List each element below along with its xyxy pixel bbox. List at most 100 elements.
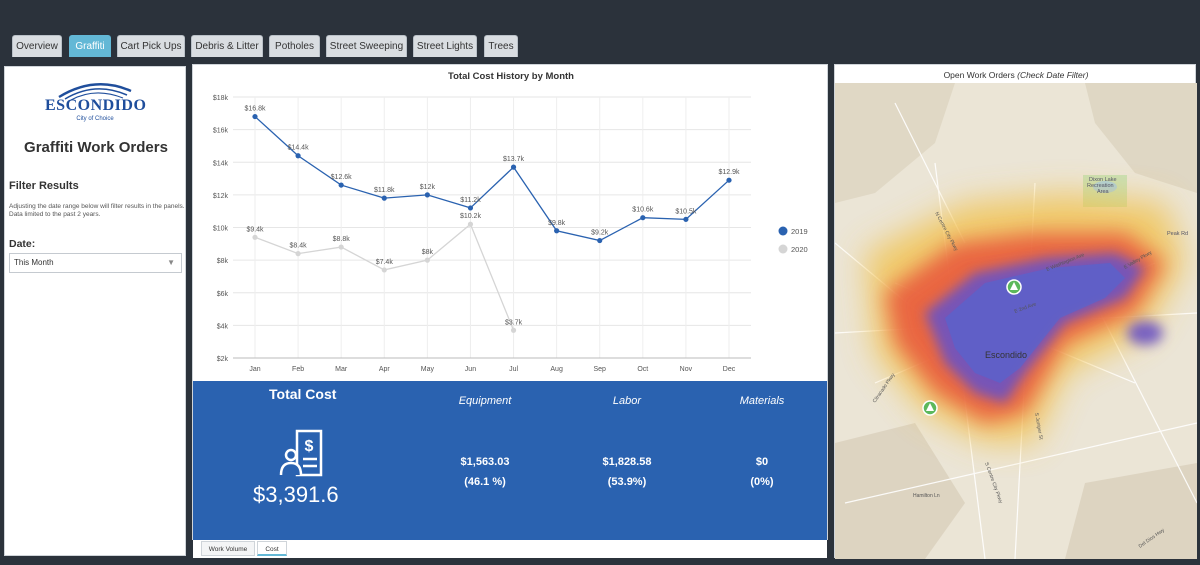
data-label-2019: $9.8k [548, 220, 566, 227]
total-cost-value: $3,391.6 [253, 482, 339, 507]
x-tick-label: Feb [292, 366, 304, 373]
tab-cart-pick-ups[interactable]: Cart Pick Ups [117, 35, 185, 57]
y-tick-label: $2k [217, 356, 229, 363]
equipment-value: $1,563.03 [460, 456, 510, 468]
data-point-2019 [424, 192, 430, 198]
map-title-main: Open Work Orders [943, 70, 1015, 80]
data-label-2019: $16.8k [244, 106, 266, 113]
total-cost-panel: Total Cost $ $3,391.6 Equipment $1,563.0… [193, 381, 827, 540]
panel-tabs: Work Volume Cost [193, 540, 827, 558]
materials-cost: Materials $0 (0%) [702, 395, 822, 488]
tab-cost[interactable]: Cost [257, 541, 287, 556]
data-label-2020: $10.2k [460, 213, 482, 220]
data-label-2019: $10.5k [675, 208, 697, 215]
data-label-2020: $8.4k [290, 243, 308, 250]
data-point-2020 [381, 267, 387, 273]
tab-work-volume[interactable]: Work Volume [201, 541, 255, 556]
x-tick-label: Dec [723, 366, 736, 373]
cost-history-chart: Total Cost History by Month $2k $4k $6k $8k $… [213, 71, 808, 373]
chart-title: Total Cost History by Month [448, 71, 574, 82]
data-label-2019: $13.7k [503, 156, 525, 163]
labor-label: Labor [612, 395, 642, 407]
legend-label-2020: 2020 [791, 245, 808, 254]
y-tick-label: $12k [213, 193, 229, 200]
filter-heading: Filter Results [9, 180, 79, 192]
data-label-2019: $12.6k [331, 174, 353, 181]
tab-trees[interactable]: Trees [484, 35, 518, 57]
map-city-label: Escondido [985, 350, 1027, 360]
data-point-2020 [467, 221, 474, 227]
park-pin-icon[interactable] [922, 400, 938, 416]
date-select-value: This Month [14, 258, 54, 267]
escondido-logo: ESCONDIDO City of Choice [45, 79, 147, 131]
labor-percent: (53.9%) [607, 476, 647, 488]
svg-text:$: $ [305, 438, 314, 455]
data-label-2019: $10.6k [632, 207, 654, 214]
data-point-2020 [424, 257, 430, 263]
series-line-2019 [254, 116, 730, 242]
y-tick-label: $14k [213, 160, 229, 167]
materials-label: Materials [739, 395, 785, 407]
data-point-2019 [597, 237, 603, 244]
map-road-label: Hamilton Ln [913, 493, 940, 499]
invoice-icon: $ [279, 429, 323, 477]
data-label-2020: $9.4k [246, 226, 264, 233]
data-point-2020 [338, 244, 344, 250]
equipment-cost: Equipment $1,563.03 (46.1 %) [425, 395, 545, 488]
data-point-2019 [510, 164, 517, 170]
tab-debris-litter[interactable]: Debris & Litter [191, 35, 263, 57]
data-point-2019 [726, 177, 732, 183]
x-tick-label: Nov [680, 366, 693, 373]
total-cost-title: Total Cost [269, 386, 337, 402]
data-label-2019: $11.8k [374, 187, 395, 194]
date-select[interactable]: This Month ▼ [9, 253, 182, 273]
data-point-2019 [467, 205, 474, 211]
y-tick-label: $18k [213, 95, 229, 102]
data-label-2019: $14.4k [288, 145, 310, 152]
map-title: Open Work Orders (Check Date Filter) [835, 70, 1197, 80]
tab-graffiti[interactable]: Graffiti [69, 35, 111, 57]
legend-swatch-2020 [778, 244, 788, 254]
map-panel: Open Work Orders (Check Date Filter) Esc… [834, 64, 1197, 559]
labor-value: $1,828.58 [602, 456, 652, 468]
data-label-2019: $11.2k [460, 197, 481, 204]
legend-swatch-2019 [778, 226, 788, 236]
data-label-2020: $8.8k [333, 236, 351, 243]
tab-overview[interactable]: Overview [12, 35, 62, 57]
y-tick-label: $10k [213, 226, 229, 233]
logo-brand: ESCONDIDO [45, 97, 147, 114]
map-canvas[interactable]: Escondido Dixon Lake Recreation Area Peak … [835, 83, 1197, 559]
equipment-label: Equipment [458, 395, 512, 407]
tab-potholes[interactable]: Potholes [269, 35, 320, 57]
data-point-2020 [295, 251, 301, 257]
data-point-2019 [381, 195, 387, 201]
y-tick-label: $4k [217, 323, 229, 330]
materials-percent: (0%) [750, 476, 774, 488]
logo-tagline: City of Choice [76, 116, 114, 122]
y-tick-label: $8k [217, 258, 229, 265]
map-peak-label: Peak Rd [1167, 231, 1188, 237]
tab-bar: Overview Graffiti Cart Pick Ups Debris & Li… [0, 0, 1200, 58]
y-tick-label: $6k [217, 291, 229, 298]
tab-street-sweeping[interactable]: Street Sweeping [326, 35, 407, 57]
x-tick-label: Apr [379, 366, 391, 373]
date-label: Date: [9, 238, 36, 250]
data-label-2020: $7.4k [376, 259, 394, 266]
data-point-2019 [295, 153, 301, 159]
x-tick-label: Oct [637, 366, 648, 373]
map-title-note: (Check Date Filter) [1017, 70, 1089, 80]
x-tick-label: May [421, 366, 435, 373]
heatmap-map[interactable]: Escondido Dixon Lake Recreation Area Peak … [835, 83, 1197, 559]
data-label-2020: $8k [422, 249, 434, 256]
park-pin-icon[interactable] [1006, 279, 1022, 295]
equipment-percent: (46.1 %) [464, 476, 506, 488]
data-point-2019 [554, 228, 560, 234]
x-tick-label: Sep [593, 366, 606, 373]
legend-label-2019: 2019 [791, 227, 808, 236]
page-title: Graffiti Work Orders [24, 139, 168, 156]
data-label-2020: $3.7k [505, 319, 523, 326]
chevron-down-icon: ▼ [167, 258, 175, 267]
data-label-2019: $12.9k [718, 169, 740, 176]
data-point-2019 [338, 182, 344, 188]
tab-street-lights[interactable]: Street Lights [413, 35, 477, 57]
